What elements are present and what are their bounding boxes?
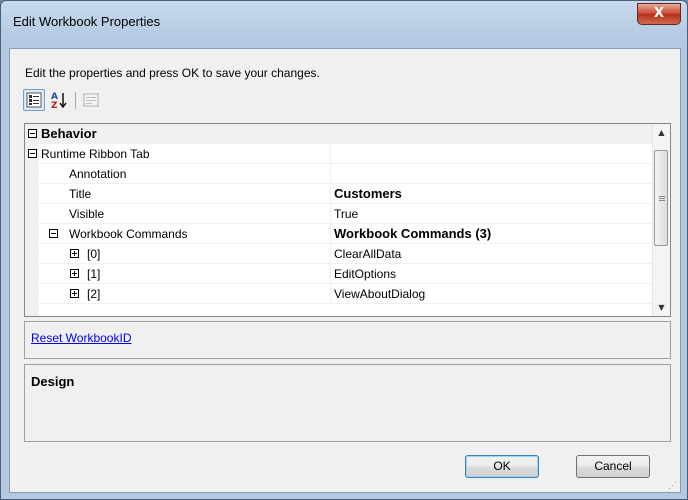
property-pages-icon — [83, 93, 99, 107]
grid-row-command-0[interactable]: [0] ClearAllData — [25, 244, 652, 264]
grid-row-annotation[interactable]: Annotation — [25, 164, 652, 184]
grid-row-workbook-commands[interactable]: Workbook Commands Workbook Commands (3) — [25, 224, 652, 244]
grid-row-name: Workbook Commands — [69, 227, 188, 241]
cancel-button[interactable]: Cancel — [576, 455, 650, 478]
grid-row-visible[interactable]: Visible True — [25, 204, 652, 224]
grid-row-title[interactable]: Title Customers — [25, 184, 652, 204]
instruction-text: Edit the properties and press OK to save… — [25, 66, 320, 80]
title-bar[interactable]: Edit Workbook Properties X — [1, 1, 687, 41]
property-grid-toolbar: A Z — [23, 89, 223, 111]
grid-row-name: Annotation — [69, 167, 127, 181]
categorized-button[interactable] — [23, 89, 45, 111]
description-title: Design — [31, 374, 75, 389]
svg-text:Z: Z — [51, 101, 58, 111]
resize-grip-icon[interactable]: ⋰ — [668, 480, 678, 490]
grip-icon — [659, 196, 665, 197]
grid-row-name: Runtime Ribbon Tab — [41, 147, 150, 161]
grid-row-value[interactable] — [331, 144, 655, 164]
vertical-scrollbar[interactable]: ▲ ▼ — [652, 124, 670, 316]
property-grid[interactable]: Behavior Runtime Ribbon Tab Annotation T… — [24, 123, 671, 317]
close-icon: X — [653, 6, 665, 21]
alphabetical-sort-icon: A Z — [51, 92, 67, 111]
grid-row-command-1[interactable]: [1] EditOptions — [25, 264, 652, 284]
grid-row-value[interactable]: ClearAllData — [331, 244, 655, 264]
grid-row-value[interactable]: True — [331, 204, 655, 224]
grid-row-value[interactable]: EditOptions — [331, 264, 655, 284]
grid-row-value[interactable]: Workbook Commands (3) — [331, 224, 655, 244]
dialog-window: Edit Workbook Properties X Edit the prop… — [0, 0, 688, 500]
toolbar-separator — [75, 92, 76, 109]
grid-row-runtime-ribbon-tab[interactable]: Runtime Ribbon Tab — [25, 144, 652, 164]
grid-row-value[interactable] — [331, 164, 655, 184]
categorized-view-icon — [26, 92, 42, 108]
dialog-client-area: Edit the properties and press OK to save… — [9, 48, 681, 493]
scroll-down-icon[interactable]: ▼ — [653, 299, 670, 316]
grid-row-name: Visible — [69, 207, 105, 221]
description-panel: Design — [24, 364, 671, 442]
close-button[interactable]: X — [637, 3, 681, 25]
property-pages-button[interactable] — [80, 89, 102, 111]
grid-row-name: Behavior — [41, 126, 97, 141]
grid-row-value[interactable]: Customers — [331, 184, 655, 204]
grid-row-command-2[interactable]: [2] ViewAboutDialog — [25, 284, 652, 304]
grid-row-line — [25, 303, 652, 304]
alphabetical-button[interactable]: A Z — [48, 89, 70, 111]
commands-panel: Reset WorkbookID — [24, 321, 671, 359]
grid-row-value[interactable]: ViewAboutDialog — [331, 284, 655, 304]
grid-row-name: Title — [69, 187, 92, 201]
reset-workbookid-link[interactable]: Reset WorkbookID — [31, 331, 131, 345]
scroll-up-icon[interactable]: ▲ — [653, 124, 670, 141]
scrollbar-thumb[interactable] — [654, 150, 668, 246]
ok-button[interactable]: OK — [465, 455, 539, 478]
window-title: Edit Workbook Properties — [13, 14, 161, 29]
grid-row-behavior[interactable]: Behavior — [25, 124, 652, 144]
